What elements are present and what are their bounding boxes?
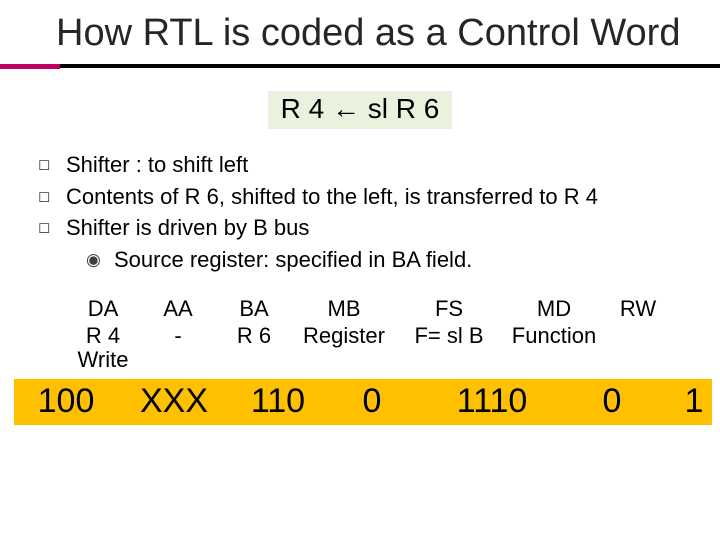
list-item: ◻ Shifter is driven by B bus [38,212,700,244]
code-cell: 1 [658,382,720,421]
sub-list-item: ◉ Source register: specified in BA field… [38,244,700,276]
code-cell: 0 [566,382,658,421]
code-cell: XXX [118,382,230,421]
bullet-text: Shifter is driven by B bus [66,212,309,244]
td: Function [502,324,606,374]
field-table: DA AA BA MB FS MD RW R 4 Write - R 6 Reg… [66,296,684,374]
accent-bar [0,64,60,69]
underline-bar [60,64,720,68]
th: MB [292,296,396,324]
th: FS [396,296,502,324]
th: MD [502,296,606,324]
sub-bullet-icon: ◉ [86,244,114,273]
td: R 4 Write [66,324,140,374]
control-word-code: 100 XXX 110 0 1110 0 1 [14,379,712,425]
sub-bullet-text: Source register: specified in BA field. [114,244,472,276]
th: DA [66,296,140,324]
code-cell: 1110 [418,382,566,421]
code-cell: 0 [326,382,418,421]
bullet-icon: ◻ [38,181,66,208]
code-cell: 100 [14,382,118,421]
bullet-icon: ◻ [38,149,66,176]
title-underline [0,64,720,69]
td [606,324,670,374]
rtl-expression: R 4 ← sl R 6 [268,91,452,129]
td: - [140,324,216,374]
td: F= sl B [396,324,502,374]
list-item: ◻ Shifter : to shift left [38,149,700,181]
th: AA [140,296,216,324]
slide-title: How RTL is coded as a Control Word [0,0,720,64]
td: R 6 [216,324,292,374]
list-item: ◻ Contents of R 6, shifted to the left, … [38,181,700,213]
bullet-text: Shifter : to shift left [66,149,248,181]
bullet-text: Contents of R 6, shifted to the left, is… [66,181,598,213]
th: BA [216,296,292,324]
bullet-list: ◻ Shifter : to shift left ◻ Contents of … [0,143,720,277]
code-cell: 110 [230,382,326,421]
td: Register [292,324,396,374]
th: RW [606,296,670,324]
bullet-icon: ◻ [38,212,66,239]
